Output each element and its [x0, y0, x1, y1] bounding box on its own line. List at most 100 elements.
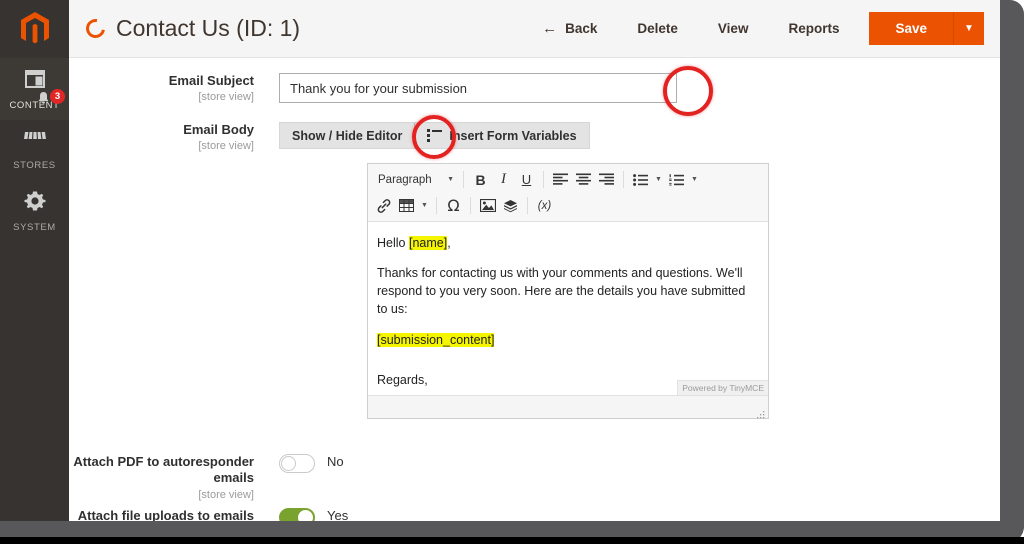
save-button-group: Save ▼ [869, 12, 984, 45]
align-center-icon[interactable] [572, 168, 595, 191]
delete-button-label: Delete [637, 21, 678, 36]
divider [470, 197, 471, 214]
greeting-suffix: , [447, 236, 450, 250]
divider [463, 171, 464, 188]
label-text: Attach file uploads to emails [78, 508, 254, 521]
chevron-down-icon: ▼ [447, 176, 454, 183]
link-icon[interactable] [372, 194, 395, 217]
attach-uploads-toggle-value: Yes [327, 508, 348, 521]
editor-body-paragraph: Thanks for contacting us with your comme… [377, 264, 759, 318]
attach-uploads-label: Attach file uploads to emails [store vie… [69, 508, 279, 521]
page-title: Contact Us (ID: 1) [116, 15, 300, 42]
attach-pdf-toggle-row: No [279, 454, 344, 502]
attach-pdf-toggle-value: No [327, 454, 344, 469]
divider [436, 197, 437, 214]
tinymce-editor[interactable]: Paragraph ▼ B I U [367, 163, 769, 419]
table-dropdown-button[interactable]: ▼ [418, 194, 431, 217]
variable-icon[interactable]: (x) [533, 194, 556, 217]
back-button-label: Back [565, 21, 597, 36]
editor-submission-paragraph: [submission_content] [377, 331, 759, 349]
divider [623, 171, 624, 188]
reports-button-label: Reports [788, 21, 839, 36]
show-hide-editor-label: Show / Hide Editor [292, 129, 402, 143]
email-subject-label: Email Subject [store view] [69, 73, 279, 105]
email-body-label: Email Body [store view] [69, 122, 279, 154]
loading-spinner-icon [82, 15, 108, 41]
format-select[interactable]: Paragraph ▼ [372, 168, 458, 191]
table-icon[interactable] [395, 194, 418, 217]
attach-uploads-toggle[interactable] [279, 508, 315, 521]
greeting-prefix: Hello [377, 236, 409, 250]
scope-note: [store view] [69, 91, 254, 105]
field-email-body: Email Body [store view] Show / Hide Edit… [69, 122, 590, 154]
attach-pdf-label: Attach PDF to autoresponder emails [stor… [69, 454, 279, 502]
store-awning-icon [23, 130, 47, 155]
chevron-down-icon: ▼ [964, 23, 974, 34]
magento-widget-cube-icon[interactable] [499, 194, 522, 217]
bold-icon[interactable]: B [469, 168, 492, 191]
field-email-subject: Email Subject [store view] [69, 73, 677, 105]
editor-status-bar [368, 395, 768, 418]
field-attach-pdf: Attach PDF to autoresponder emails [stor… [69, 454, 344, 502]
delete-button[interactable]: Delete [617, 21, 698, 36]
scope-note: [store view] [69, 140, 254, 154]
image-icon[interactable] [476, 194, 499, 217]
align-right-icon[interactable] [595, 168, 618, 191]
save-button[interactable]: Save [869, 12, 953, 45]
magento-logo[interactable] [0, 0, 69, 58]
label-text: Attach PDF to autoresponder emails [73, 454, 254, 485]
magento-logo-icon [20, 12, 50, 46]
frame-bottom-shadow [0, 537, 1024, 544]
tinymce-branding[interactable]: Powered by TinyMCE [677, 380, 768, 395]
underline-icon[interactable]: U [515, 168, 538, 191]
editor-toolbar: Paragraph ▼ B I U [368, 164, 768, 222]
sidebar-item-content[interactable]: CONTENT 3 [0, 58, 69, 120]
view-button[interactable]: View [698, 21, 769, 36]
resize-grip-icon[interactable] [756, 407, 765, 416]
toggle-knob [298, 510, 313, 521]
insert-form-variables-label: Insert Form Variables [449, 129, 576, 143]
bullet-list-dropdown-button[interactable]: ▼ [652, 168, 665, 191]
view-button-label: View [718, 21, 749, 36]
editor-toolbar-row-1: Paragraph ▼ B I U [372, 167, 764, 192]
numbered-list-dropdown-button[interactable]: ▼ [688, 168, 701, 191]
field-attach-uploads: Attach file uploads to emails [store vie… [69, 508, 348, 521]
frame-right-edge [1000, 0, 1024, 544]
arrow-left-icon: ← [542, 20, 557, 37]
sidebar-item-stores[interactable]: STORES [0, 120, 69, 180]
email-subject-input[interactable] [279, 73, 677, 103]
label-text: Email Subject [169, 73, 254, 88]
bell-icon[interactable] [37, 91, 50, 110]
attach-pdf-toggle[interactable] [279, 454, 315, 473]
editor-content-area[interactable]: Hello [name], Thanks for contacting us w… [368, 222, 768, 395]
name-variable-token: [name] [409, 236, 447, 250]
divider [543, 171, 544, 188]
italic-icon[interactable]: I [492, 168, 515, 191]
page-header: Contact Us (ID: 1) ← Back Delete View Re… [69, 0, 1000, 58]
save-dropdown-button[interactable]: ▼ [953, 12, 984, 45]
divider [527, 197, 528, 214]
notification-badge: 3 [50, 89, 65, 104]
form-area: Email Subject [store view] Email Body [s… [69, 58, 1000, 521]
attach-uploads-toggle-row: Yes [279, 508, 348, 521]
omega-icon[interactable]: Ω [442, 194, 465, 217]
align-left-icon[interactable] [549, 168, 572, 191]
toggle-knob [281, 456, 296, 471]
show-hide-editor-button[interactable]: Show / Hide Editor [280, 123, 414, 148]
back-button[interactable]: ← Back [522, 20, 617, 37]
reports-button[interactable]: Reports [768, 21, 859, 36]
numbered-list-icon[interactable] [665, 168, 688, 191]
bullet-list-icon[interactable] [629, 168, 652, 191]
label-text: Email Body [183, 122, 254, 137]
submission-content-variable-token: [submission_content] [377, 333, 494, 347]
editor-greeting-paragraph: Hello [name], [377, 234, 759, 252]
editor-button-strip: Show / Hide Editor Insert Form Variables [279, 122, 590, 149]
sidebar-item-label: STORES [13, 160, 56, 171]
sidebar-item-system[interactable]: SYSTEM [0, 180, 69, 242]
insert-form-variables-button[interactable]: Insert Form Variables [415, 123, 588, 148]
sidebar-item-label: SYSTEM [13, 222, 56, 233]
app-viewport: CONTENT 3 [0, 0, 1000, 521]
format-select-value: Paragraph [378, 174, 432, 186]
page-title-group: Contact Us (ID: 1) [86, 15, 300, 42]
device-frame: CONTENT 3 [0, 0, 1024, 544]
